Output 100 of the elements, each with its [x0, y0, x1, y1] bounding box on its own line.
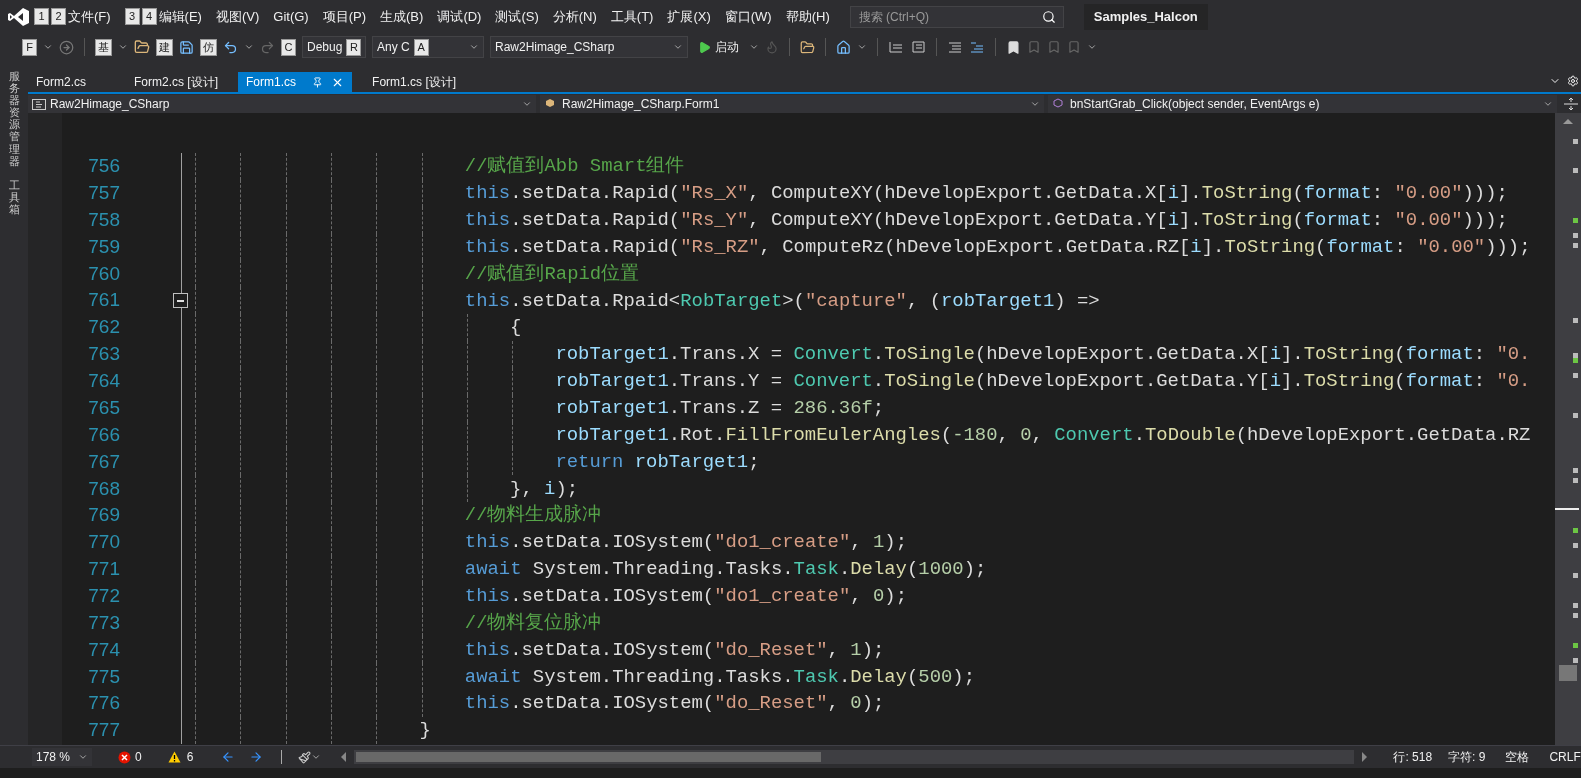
- document-tab[interactable]: Form2.cs: [28, 72, 94, 92]
- outdent-icon[interactable]: [910, 40, 926, 54]
- caret-icon[interactable]: [118, 42, 128, 52]
- menu-item[interactable]: 视图(V): [215, 6, 260, 27]
- keytip-badge: 3: [124, 8, 140, 25]
- save-icon[interactable]: [179, 39, 194, 55]
- warning-icon[interactable]: [167, 751, 181, 763]
- line-number: 765: [87, 395, 120, 420]
- caret-icon[interactable]: [673, 42, 683, 52]
- caret-icon[interactable]: [857, 42, 867, 52]
- home-icon[interactable]: [836, 39, 851, 55]
- code-line: this.setData.Rapid("Rs_X", ComputeXY(hDevelopExport.GetData.X[i].ToString(format: "0.00")));: [464, 181, 1508, 207]
- menu-item[interactable]: 调试(D): [437, 6, 482, 27]
- indent-indicator: 空格: [1505, 749, 1530, 766]
- line-number: 760: [87, 261, 120, 286]
- caret-icon[interactable]: [1543, 99, 1553, 109]
- line-number: 773: [87, 610, 120, 635]
- search-field[interactable]: 搜索 (Ctrl+Q): [849, 5, 1064, 28]
- caret-icon[interactable]: [522, 99, 532, 109]
- menu-item[interactable]: 扩展(X): [667, 6, 711, 27]
- keytip-badge: F: [22, 38, 37, 56]
- code-line: }, i);: [510, 476, 579, 502]
- keytip-badge: R: [346, 38, 362, 56]
- menu-item[interactable]: 生成(B): [380, 6, 424, 27]
- caret-icon[interactable]: [749, 42, 759, 52]
- caret-icon[interactable]: [1030, 99, 1040, 109]
- zoom-dropdown[interactable]: 178 %: [32, 748, 92, 766]
- uncomment-icon[interactable]: [969, 40, 985, 54]
- error-count[interactable]: 0: [135, 748, 142, 766]
- menu-item[interactable]: 文件(F): [68, 6, 111, 27]
- code-line: await System.Threading.Tasks.Task.Delay(500);: [464, 664, 975, 690]
- logo-icon[interactable]: [8, 6, 30, 27]
- line-number: 761: [87, 288, 120, 313]
- caret-icon[interactable]: [469, 42, 479, 52]
- code-line: robTarget1.Trans.Y = Convert.ToSingle(hDevelopExport.GetData.Y[i].ToString(format: "0.: [555, 369, 1531, 395]
- line-number: 756: [87, 154, 120, 179]
- line-number: 762: [87, 315, 120, 340]
- document-tab[interactable]: Form1.cs [设计]: [364, 72, 465, 92]
- code-line: this.setData.Rapid("Rs_RZ", ComputeRz(hDevelopExport.GetData.RZ[i].ToString(format: "0.00")));: [464, 234, 1531, 260]
- comment-icon[interactable]: [947, 40, 963, 54]
- line-number: 775: [87, 664, 120, 689]
- menu-item[interactable]: 工具(T): [610, 6, 654, 27]
- line-number: 769: [87, 503, 120, 528]
- undo-icon[interactable]: [223, 39, 238, 55]
- caret-icon[interactable]: [78, 752, 88, 762]
- class-dropdown[interactable]: Raw2Himage_CSharp.Form1: [540, 95, 1044, 113]
- warning-count[interactable]: 6: [186, 748, 194, 766]
- caret-icon[interactable]: [311, 752, 322, 762]
- member-dropdown[interactable]: bnStartGrab_Click(object sender, EventArgs e): [1048, 95, 1557, 113]
- line-number: 771: [87, 557, 120, 582]
- back-arrow-icon[interactable]: [221, 750, 236, 764]
- project-dropdown[interactable]: Raw2Himage_CSharp: [28, 95, 536, 113]
- play-icon: [698, 40, 711, 54]
- menu-item[interactable]: 帮助(H): [785, 6, 830, 27]
- menu-item[interactable]: 测试(S): [495, 6, 539, 27]
- bookmark-icon[interactable]: [1006, 39, 1021, 55]
- menu-item[interactable]: 分析(N): [552, 6, 597, 27]
- line-number: 768: [87, 476, 120, 501]
- menu-item[interactable]: 项目(P): [322, 6, 367, 27]
- navigate-icon[interactable]: [59, 39, 74, 55]
- startup-project-dropdown[interactable]: Raw2Himage_CSharp: [490, 36, 688, 58]
- caret-icon[interactable]: [43, 42, 53, 52]
- indent-icon[interactable]: [888, 40, 904, 54]
- column-indicator: 字符: 9: [1448, 749, 1486, 766]
- folder-icon[interactable]: [134, 39, 150, 55]
- brush-icon[interactable]: [298, 750, 312, 764]
- forward-arrow-icon[interactable]: [249, 750, 264, 764]
- search-icon[interactable]: [1041, 9, 1056, 24]
- horizontal-scrollbar[interactable]: [354, 750, 1355, 764]
- redo-icon[interactable]: [260, 39, 275, 55]
- line-indicator: 行: 518: [1393, 749, 1433, 766]
- keytip-badge: A: [413, 38, 429, 56]
- code-line: robTarget1.Trans.X = Convert.ToSingle(hDevelopExport.GetData.X[i].ToString(format: "0.: [555, 342, 1531, 368]
- code-line: this.setData.IOSystem("do1_create", 1);: [464, 530, 907, 556]
- keytip-badge: 建: [156, 38, 173, 56]
- pin-icon[interactable]: [312, 76, 324, 88]
- code-line: this.setData.IOSystem("do1_create", 0);: [464, 584, 907, 609]
- menu-item[interactable]: 窗口(W): [724, 6, 772, 27]
- platform-dropdown[interactable]: Any C A: [372, 36, 484, 58]
- code-line: this.setData.IOSystem("do_Reset", 1);: [464, 637, 885, 663]
- start-button[interactable]: 启动: [694, 36, 743, 58]
- line-ending-indicator: CRLF: [1549, 749, 1581, 766]
- document-tab[interactable]: Form1.cs: [238, 72, 353, 92]
- settings-icon[interactable]: [1567, 75, 1579, 87]
- error-icon[interactable]: [118, 750, 131, 764]
- menu-item[interactable]: 编辑(E): [158, 6, 202, 27]
- configuration-dropdown[interactable]: Debug R: [302, 36, 366, 58]
- side-tab[interactable]: 服务器资源管理器: [8, 70, 20, 167]
- document-tab[interactable]: Form2.cs [设计]: [126, 72, 227, 92]
- caret-icon[interactable]: [244, 42, 254, 52]
- code-line: {: [510, 315, 522, 341]
- folder-search-icon[interactable]: [800, 39, 815, 55]
- keytip-badge: 仿: [200, 38, 217, 56]
- side-tab[interactable]: 工具箱: [8, 178, 20, 216]
- split-icon[interactable]: [1561, 96, 1581, 112]
- fold-toggle[interactable]: [173, 293, 188, 309]
- vertical-scrollbar[interactable]: [1555, 113, 1581, 745]
- caret-icon[interactable]: [1087, 42, 1097, 52]
- keytip-badge: C: [281, 38, 296, 56]
- menu-item[interactable]: Git(G): [273, 6, 309, 27]
